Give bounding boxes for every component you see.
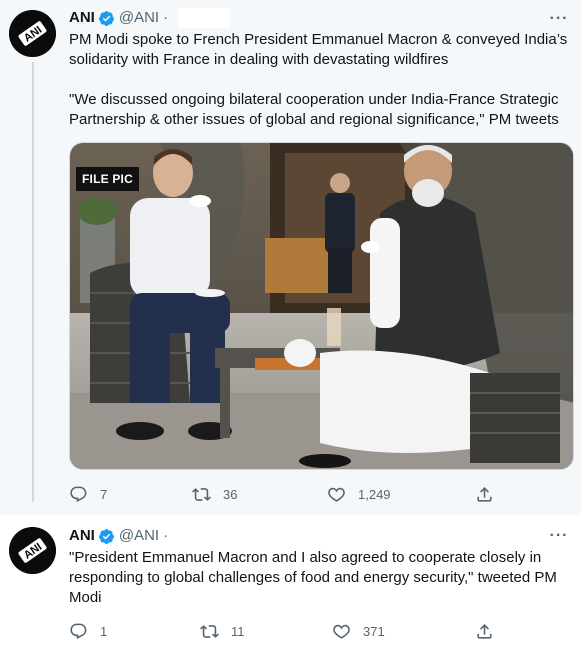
more-icon[interactable]: ··· — [549, 528, 569, 549]
separator-dot: · — [163, 9, 169, 26]
share-icon — [475, 485, 494, 504]
share-button[interactable] — [475, 621, 494, 641]
timestamp-redacted — [178, 8, 231, 28]
reply-button[interactable]: 7 — [69, 484, 107, 504]
verified-badge-icon — [98, 528, 115, 545]
tweet-actions: 1 11 371 — [69, 621, 509, 641]
retweet-icon — [192, 485, 211, 504]
tweet-photo[interactable]: FILE PIC — [69, 142, 574, 470]
like-button[interactable]: 371 — [332, 621, 385, 641]
retweet-count: 11 — [231, 623, 245, 639]
retweet-button[interactable]: 36 — [192, 484, 237, 504]
share-button[interactable] — [475, 484, 494, 504]
tweet-text-line: "President Emmanuel Macron and I also ag… — [69, 549, 542, 566]
tweet[interactable]: ANI ANI @ANI · ··· PM Modi spoke to Fren… — [0, 0, 581, 515]
author-name[interactable]: ANI — [69, 8, 95, 28]
tweet-text: PM Modi spoke to French President Emmanu… — [69, 30, 569, 130]
reply-button[interactable]: 1 — [69, 621, 107, 641]
retweet-icon — [200, 622, 219, 641]
tweet-text: "President Emmanuel Macron and I also ag… — [69, 548, 569, 608]
like-count: 371 — [363, 623, 385, 639]
heart-icon — [327, 485, 346, 504]
tweet-text-line: Modi — [69, 589, 102, 606]
tweet[interactable]: ANI ANI @ANI · ··· "President Emmanuel M… — [0, 515, 581, 645]
reply-icon — [69, 622, 88, 641]
avatar[interactable]: ANI — [9, 10, 56, 57]
tweet-text-line: responding to global challenges of food … — [69, 569, 557, 586]
verified-badge-icon — [98, 10, 115, 27]
reply-count: 7 — [100, 486, 108, 502]
reply-count: 1 — [100, 623, 108, 639]
reply-icon — [69, 485, 88, 504]
file-pic-badge: FILE PIC — [76, 167, 139, 191]
retweet-count: 36 — [223, 486, 238, 502]
author-name[interactable]: ANI — [69, 526, 95, 546]
tweet-header: ANI @ANI · — [69, 526, 168, 546]
tweet-quote-line: "We discussed ongoing bilateral cooperat… — [69, 91, 559, 108]
like-count: 1,249 — [358, 486, 391, 502]
author-handle[interactable]: @ANI — [119, 526, 159, 546]
thread-line — [32, 62, 34, 502]
like-button[interactable]: 1,249 — [327, 484, 391, 504]
tweet-actions: 7 36 1,249 — [69, 484, 509, 504]
avatar[interactable]: ANI — [9, 527, 56, 574]
retweet-button[interactable]: 11 — [200, 621, 245, 641]
tweet-text-line: PM Modi spoke to French President Emmanu… — [69, 31, 568, 48]
separator-dot: · — [163, 527, 169, 544]
heart-icon — [332, 622, 351, 641]
tweet-quote-line: Partnership & other issues of global and… — [69, 111, 559, 128]
share-icon — [475, 622, 494, 641]
author-handle[interactable]: @ANI — [119, 8, 159, 28]
tweet-header: ANI @ANI · — [69, 8, 231, 28]
tweet-text-line: solidarity with France in dealing with d… — [69, 51, 449, 68]
